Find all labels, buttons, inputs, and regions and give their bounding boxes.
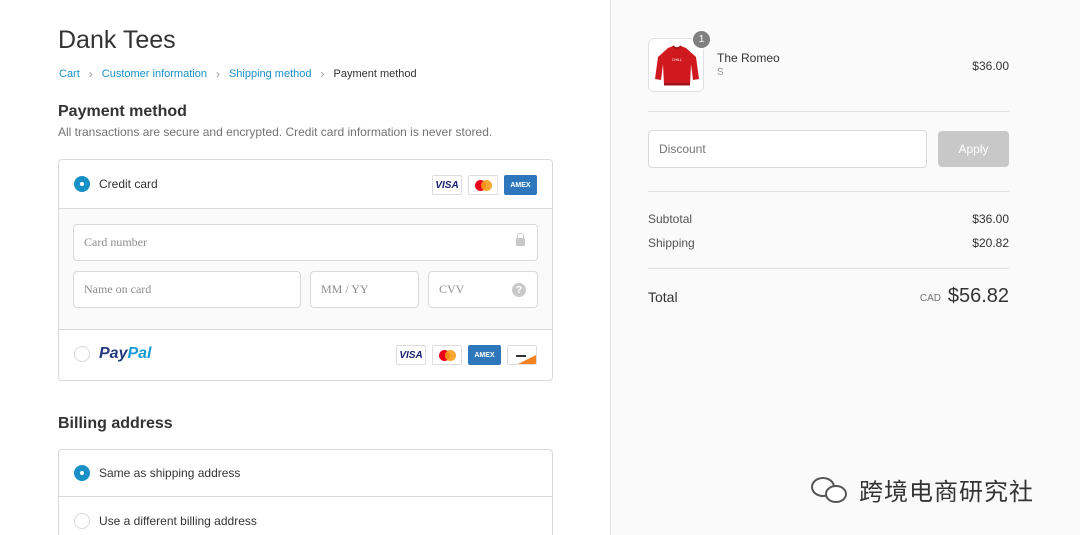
credit-card-fields: Card number Name on card MM / YY CVV ? [59, 209, 552, 330]
billing-address-title: Billing address [58, 415, 173, 432]
sweater-image: CHILL [655, 45, 699, 86]
credit-card-radio[interactable] [74, 176, 90, 192]
shipping-value: $20.82 [972, 236, 1009, 250]
billing-same-label: Same as shipping address [99, 466, 241, 480]
discount-input[interactable]: Discount [648, 130, 927, 168]
chevron-right-icon: › [320, 67, 325, 81]
credit-card-label: Credit card [99, 177, 158, 191]
divider [648, 111, 1009, 112]
total-amount: $56.82 [947, 285, 1009, 307]
checkout-main: Dank Tees Cart › Customer information › … [0, 0, 610, 535]
chevron-right-icon: › [215, 67, 220, 81]
paypal-logo-part1: Pay [99, 345, 128, 362]
breadcrumb-payment-method: Payment method [333, 68, 417, 80]
subtotal-label: Subtotal [648, 212, 693, 226]
billing-different-label: Use a different billing address [99, 514, 257, 528]
product-variant: S [717, 67, 724, 78]
mastercard-icon [432, 345, 462, 365]
visa-icon: VISA [432, 175, 462, 195]
billing-same-option[interactable]: Same as shipping address [59, 450, 552, 497]
amex-icon: AMEX [468, 345, 501, 365]
lock-icon [516, 233, 525, 246]
payment-method-title: Payment method [58, 103, 187, 120]
product-price: $36.00 [972, 59, 1009, 73]
paypal-radio[interactable] [74, 346, 90, 362]
order-summary: CHILL 1 The Romeo S $36.00 Discount Appl… [610, 0, 1080, 535]
breadcrumb-cart[interactable]: Cart [59, 68, 80, 80]
billing-different-option[interactable]: Use a different billing address [59, 497, 552, 535]
discount-placeholder: Discount [659, 142, 706, 156]
expiry-placeholder: MM / YY [321, 282, 369, 296]
breadcrumb-customer-information[interactable]: Customer information [102, 68, 207, 80]
shipping-label: Shipping [648, 236, 695, 250]
quantity-badge: 1 [692, 30, 711, 49]
chevron-right-icon: › [88, 67, 93, 81]
payment-method-subtitle: All transactions are secure and encrypte… [58, 125, 493, 139]
card-number-field[interactable]: Card number [73, 224, 538, 261]
expiry-field[interactable]: MM / YY [310, 271, 419, 308]
question-icon[interactable]: ? [512, 283, 526, 297]
visa-icon: VISA [396, 345, 426, 365]
breadcrumb: Cart › Customer information › Shipping m… [59, 67, 417, 81]
billing-same-radio[interactable] [74, 465, 90, 481]
watermark-text: 跨境电商研究社 [859, 478, 1034, 506]
subtotal-value: $36.00 [972, 212, 1009, 226]
watermark: 跨境电商研究社 [811, 472, 1034, 507]
mastercard-icon [468, 175, 498, 195]
total-currency: CAD [919, 293, 941, 304]
total-label: Total [648, 289, 678, 305]
name-on-card-placeholder: Name on card [84, 282, 152, 296]
sweater-print: CHILL [672, 58, 682, 62]
discover-icon [507, 345, 537, 365]
breadcrumb-shipping-method[interactable]: Shipping method [229, 68, 312, 80]
payment-method-box: Credit card VISA AMEX Card number Name o… [58, 159, 553, 381]
paypal-logo-part2: Pal [127, 345, 152, 362]
cvv-placeholder: CVV [439, 282, 465, 296]
billing-address-box: Same as shipping address Use a different… [58, 449, 553, 535]
paypal-logo: PayPal [99, 345, 151, 363]
shop-name[interactable]: Dank Tees [58, 26, 176, 55]
name-on-card-field[interactable]: Name on card [73, 271, 301, 308]
cvv-field[interactable]: CVV ? [428, 271, 538, 308]
divider [648, 191, 1009, 192]
divider [648, 268, 1009, 269]
wechat-icon [811, 475, 851, 505]
card-number-placeholder: Card number [84, 235, 147, 249]
apply-button[interactable]: Apply [938, 131, 1009, 167]
paypal-option[interactable]: PayPal VISA AMEX [59, 330, 552, 380]
product-name: The Romeo [717, 51, 780, 65]
amex-icon: AMEX [504, 175, 537, 195]
credit-card-option[interactable]: Credit card VISA AMEX [59, 160, 552, 209]
billing-different-radio[interactable] [74, 513, 90, 529]
